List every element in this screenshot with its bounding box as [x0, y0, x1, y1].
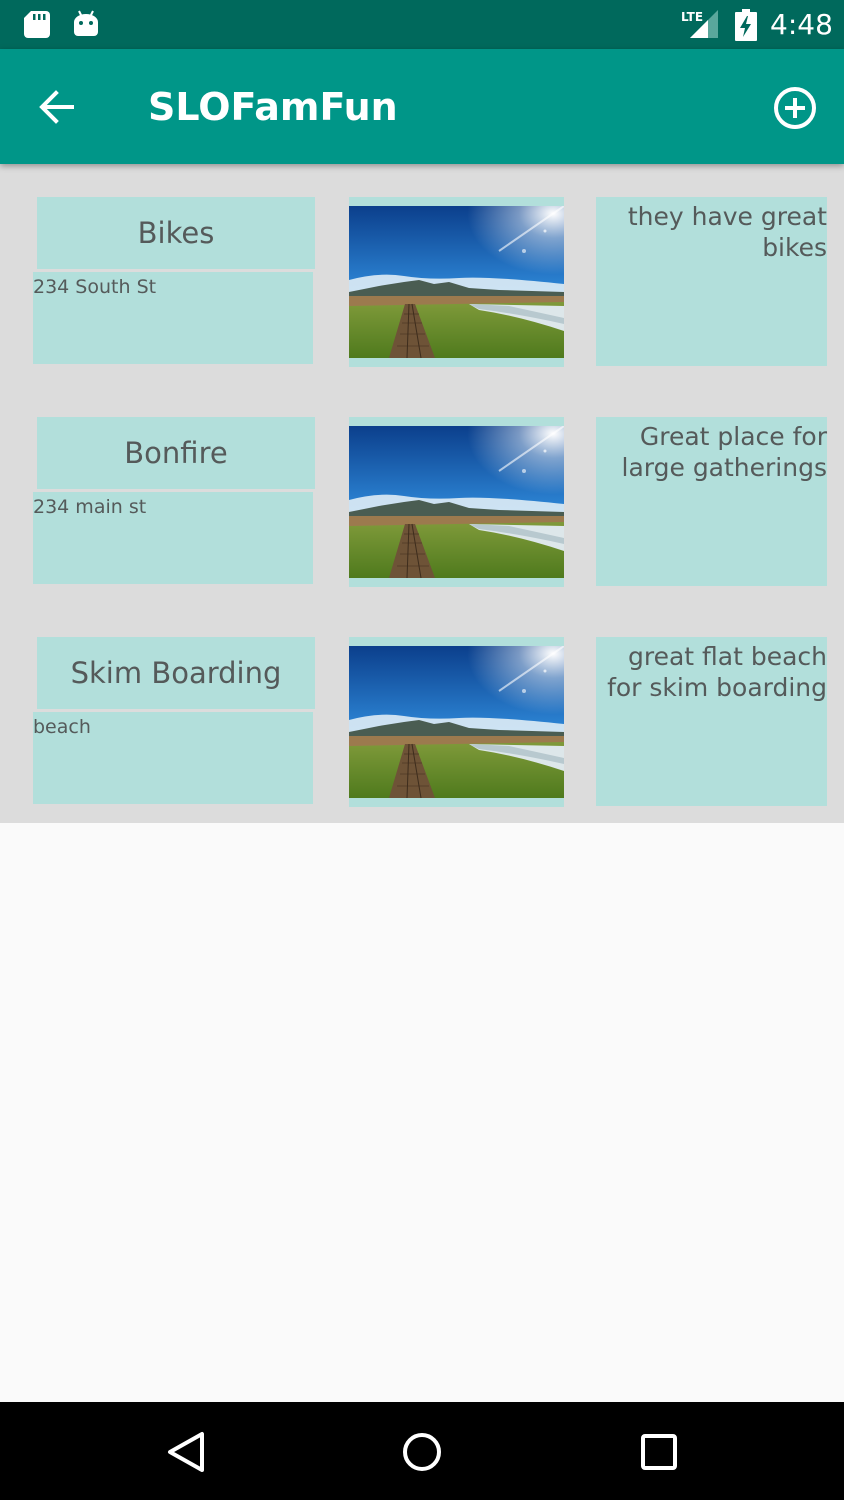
place-description: great flat beach for skim boarding	[596, 637, 827, 806]
add-circle-icon[interactable]	[766, 79, 824, 137]
status-bar: LTE 4:48	[0, 0, 844, 49]
places-list: Bikes 234 South St they have great bikes…	[0, 164, 844, 823]
place-address: 234 main st	[33, 492, 313, 584]
place-description: Great place for large gatherings	[596, 417, 827, 586]
place-image	[349, 637, 564, 807]
app-title: SLOFamFun	[148, 85, 398, 129]
app-bar: SLOFamFun	[0, 49, 844, 164]
place-name: Skim Boarding	[37, 637, 315, 709]
place-name: Bonfire	[37, 417, 315, 489]
place-description: they have great bikes	[596, 197, 827, 366]
lte-signal-icon: LTE	[681, 10, 718, 38]
place-image	[349, 417, 564, 587]
android-icon	[74, 10, 98, 36]
nav-recents-icon[interactable]	[637, 1430, 681, 1474]
list-item[interactable]: Bonfire 234 main st Great place for larg…	[0, 384, 844, 604]
place-address: 234 South St	[33, 272, 313, 364]
landscape-image	[349, 646, 564, 798]
lte-label: LTE	[681, 10, 703, 24]
list-item[interactable]: Bikes 234 South St they have great bikes	[0, 164, 844, 384]
navigation-bar	[0, 1402, 844, 1500]
arrow-back-icon[interactable]	[26, 79, 86, 135]
sd-card-icon	[24, 11, 50, 38]
place-name: Bikes	[37, 197, 315, 269]
battery-charging-icon	[735, 9, 757, 41]
nav-home-icon[interactable]	[398, 1428, 446, 1476]
list-item[interactable]: Skim Boarding beach great flat beach for…	[0, 604, 844, 824]
clock: 4:48	[770, 8, 833, 41]
place-address: beach	[33, 712, 313, 804]
place-image	[349, 197, 564, 367]
nav-back-icon[interactable]	[162, 1426, 212, 1478]
landscape-image	[349, 206, 564, 358]
landscape-image	[349, 426, 564, 578]
